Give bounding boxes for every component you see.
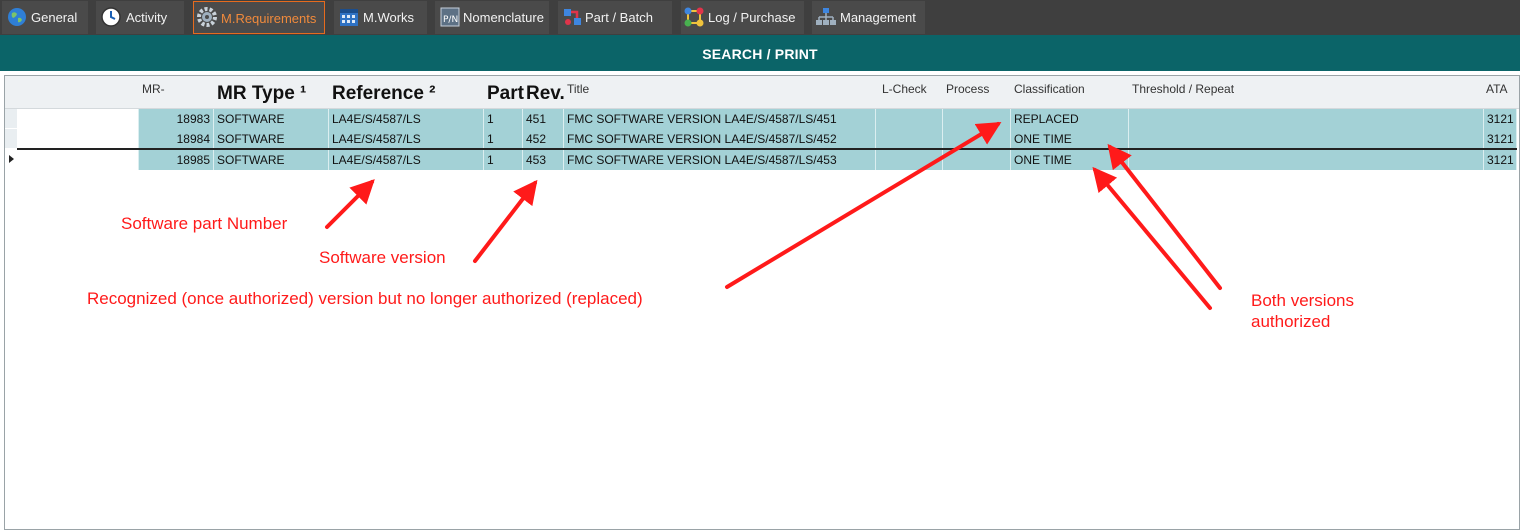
arrow-to-revision xyxy=(473,179,538,263)
annotation-replaced-note: Recognized (once authorized) version but… xyxy=(87,289,643,308)
annotation-both-authorized-line2: authorized xyxy=(1251,312,1331,331)
annotation-software-part-number: Software part Number xyxy=(121,214,288,233)
annotation-software-version: Software version xyxy=(319,248,446,267)
annotation-both-authorized-line1: Both versions xyxy=(1251,291,1354,310)
arrow-to-replaced xyxy=(725,121,1002,289)
annotation-arrows xyxy=(325,121,1222,310)
arrow-to-one-time-2 xyxy=(1092,166,1212,310)
arrow-to-reference xyxy=(325,179,375,229)
arrow-to-one-time-1 xyxy=(1107,143,1222,290)
